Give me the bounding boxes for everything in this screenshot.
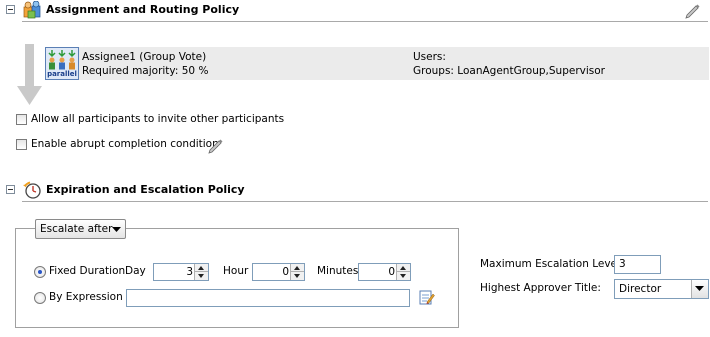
participant-row[interactable]: parallel Assignee1 (Group Vote) Required…: [45, 47, 709, 80]
abrupt-completion-checkbox[interactable]: [16, 139, 27, 150]
hour-spinner-buttons[interactable]: [290, 264, 304, 280]
by-expression-radio[interactable]: [34, 292, 46, 304]
by-expression-label: By Expression: [49, 291, 123, 303]
hour-label: Hour: [223, 265, 249, 277]
highest-approver-title-value: Director: [619, 283, 662, 295]
max-escalation-levels-label: Maximum Escalation Levels: [480, 258, 626, 270]
day-spinner[interactable]: 3: [153, 263, 209, 281]
day-value: 3: [186, 266, 193, 278]
day-spinner-buttons[interactable]: [194, 264, 208, 280]
expiration-section-rule: [22, 201, 708, 202]
allow-invite-checkbox[interactable]: [16, 114, 27, 125]
assignment-edit-pencil-icon[interactable]: [683, 1, 701, 19]
day-label: Day: [125, 265, 146, 277]
allow-invite-label: Allow all participants to invite other p…: [31, 113, 285, 125]
hour-spinner[interactable]: 0: [252, 263, 305, 281]
minutes-label: Minutes: [317, 265, 359, 277]
escalate-after-label: Escalate after: [40, 223, 113, 235]
escalate-after-dropdown[interactable]: Escalate after: [35, 219, 126, 239]
expiration-section-title: Expiration and Escalation Policy: [46, 183, 245, 196]
minutes-spinner-buttons[interactable]: [396, 264, 410, 280]
participant-users: Users:: [413, 51, 446, 63]
highest-approver-title-label: Highest Approver Title:: [480, 282, 601, 294]
assignment-section-rule: [22, 21, 708, 22]
expression-input[interactable]: [126, 289, 410, 307]
expiration-clock-icon: [23, 181, 41, 199]
minutes-spinner[interactable]: 0: [358, 263, 411, 281]
max-escalation-levels-value: 3: [619, 258, 626, 270]
highest-approver-dropdown-button[interactable]: [691, 280, 708, 298]
flow-arrow-icon: [17, 44, 42, 105]
abrupt-completion-label: Enable abrupt completion condition: [31, 138, 219, 150]
participant-name: Assignee1 (Group Vote): [82, 51, 207, 63]
expiration-collapse-icon[interactable]: [6, 185, 15, 194]
parallel-icon-label: parallel: [47, 70, 77, 78]
assignment-section-header: Assignment and Routing Policy: [0, 0, 710, 22]
dropdown-arrow-icon: [695, 286, 704, 291]
fixed-duration-label: Fixed Duration: [49, 265, 126, 277]
participant-majority: Required majority: 50 %: [82, 65, 209, 77]
abrupt-completion-edit-pencil-icon[interactable]: [206, 136, 224, 154]
participant-groups: Groups: LoanAgentGroup,Supervisor: [413, 65, 605, 77]
max-escalation-levels-input[interactable]: 3: [614, 255, 661, 274]
hour-value: 0: [282, 266, 289, 278]
assignment-collapse-icon[interactable]: [6, 5, 15, 14]
fixed-duration-radio[interactable]: [34, 266, 46, 278]
expiration-section-header: Expiration and Escalation Policy: [0, 180, 710, 202]
highest-approver-title-select[interactable]: Director: [614, 279, 709, 299]
assignment-icon: [23, 1, 41, 19]
assignment-section-title: Assignment and Routing Policy: [46, 3, 240, 16]
chevron-down-icon: [112, 227, 121, 232]
expression-builder-icon[interactable]: [419, 289, 435, 306]
minutes-value: 0: [388, 266, 395, 278]
